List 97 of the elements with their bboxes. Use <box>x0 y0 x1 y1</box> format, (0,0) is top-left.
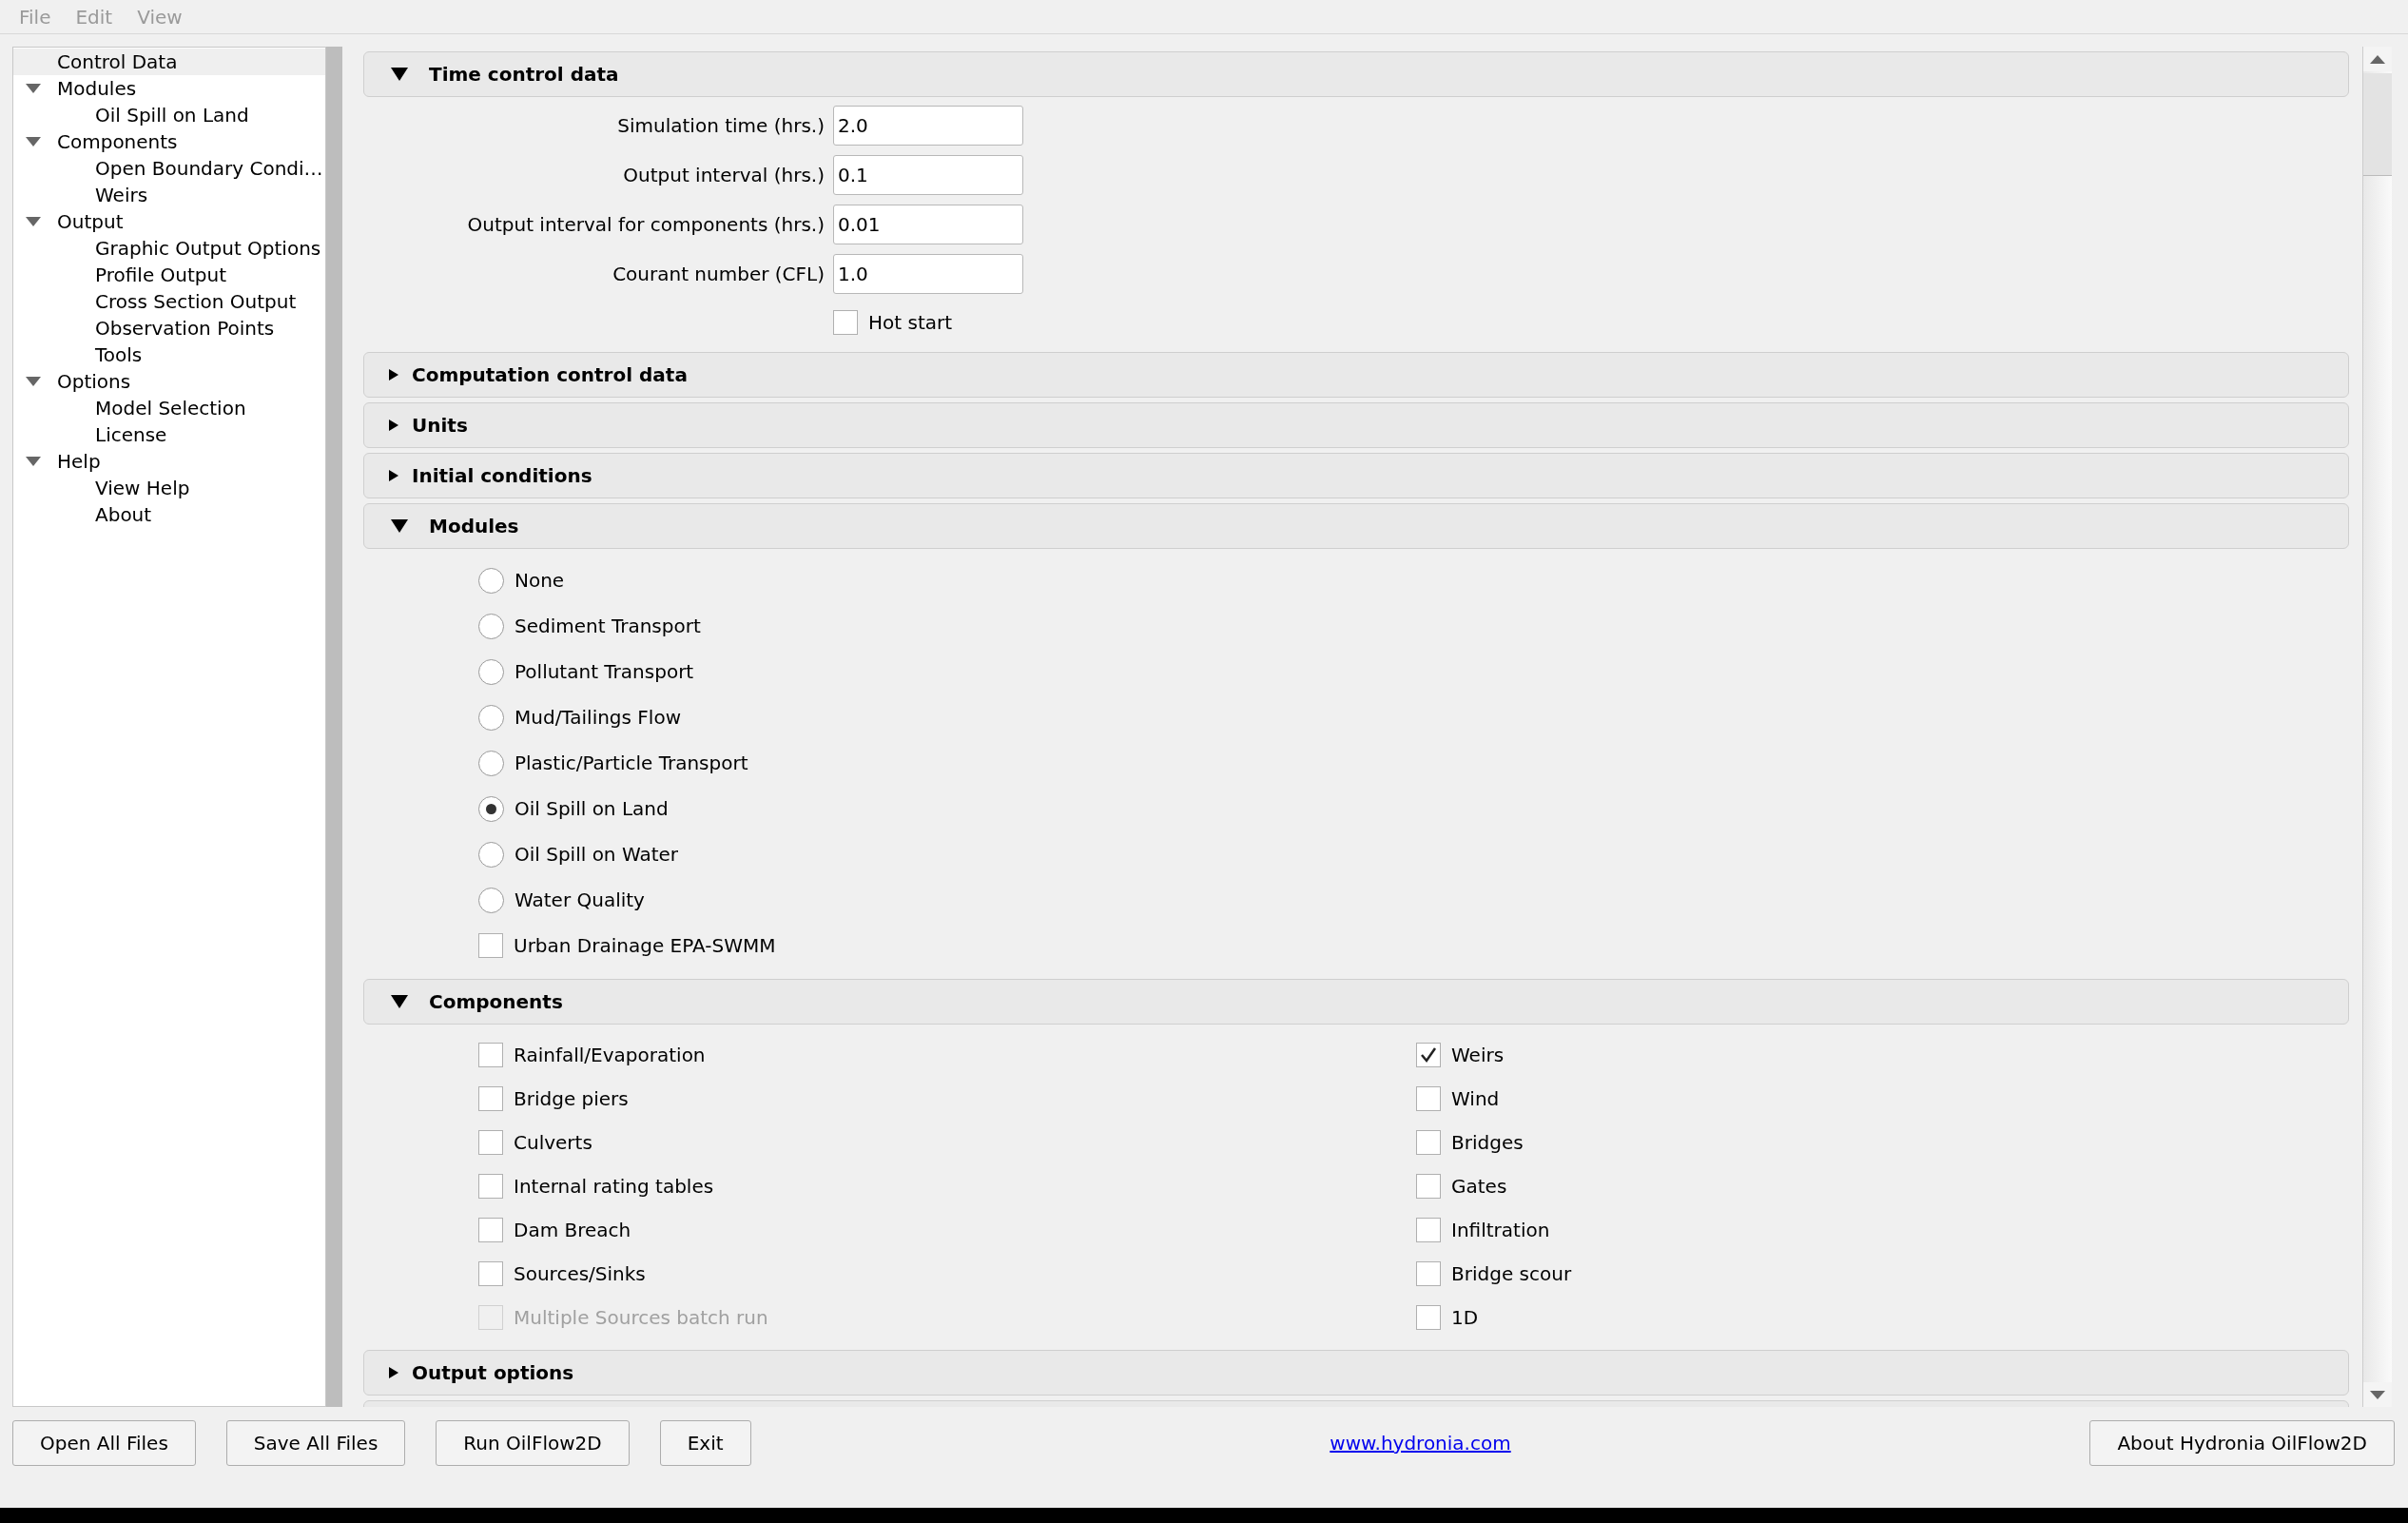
radio-button[interactable] <box>478 841 504 868</box>
radio-button[interactable] <box>478 567 504 594</box>
section-header[interactable]: Output options <box>363 1350 2349 1396</box>
tree-item[interactable]: Model Selection <box>13 395 325 421</box>
text-field[interactable]: 0.01 <box>833 205 1023 244</box>
field-label: Simulation time (hrs.) <box>616 113 825 139</box>
tree-item[interactable]: Help <box>13 448 325 475</box>
section-header[interactable]: Computation control data <box>363 352 2349 398</box>
checkbox-label: Sources/Sinks <box>514 1261 646 1287</box>
expand-arrow-icon[interactable] <box>389 1367 398 1378</box>
radio-label: Oil Spill on Land <box>515 796 669 822</box>
radio-label: Oil Spill on Water <box>515 842 679 868</box>
collapse-arrow-icon[interactable] <box>391 519 408 533</box>
checkbox-label: Internal rating tables <box>514 1174 714 1200</box>
checkbox-label: Hot start <box>868 310 953 336</box>
radio-label: Sediment Transport <box>515 614 701 639</box>
tree-item[interactable]: Control Data <box>13 49 325 75</box>
tree-item[interactable]: Cross Section Output <box>13 288 325 315</box>
tree-item[interactable]: Modules <box>13 75 325 102</box>
checkbox-label: Dam Breach <box>514 1218 631 1243</box>
checkbox[interactable] <box>1416 1043 1441 1067</box>
radio-label: Mud/Tailings Flow <box>515 705 681 731</box>
expand-arrow-icon[interactable] <box>389 470 398 481</box>
checkbox-label: Urban Drainage EPA-SWMM <box>514 933 776 959</box>
checkbox[interactable] <box>833 310 858 335</box>
tree-item[interactable]: Oil Spill on Land <box>13 102 325 128</box>
text-field[interactable]: 0.1 <box>833 155 1023 195</box>
tree-item[interactable]: Profile Output <box>13 262 325 288</box>
section-header[interactable]: Time control data <box>363 51 2349 97</box>
scrollbar[interactable] <box>2362 47 2392 1407</box>
radio-label: Water Quality <box>515 888 645 913</box>
radio-label: Pollutant Transport <box>515 659 694 685</box>
radio-label: None <box>515 568 565 594</box>
checkbox-label: Multiple Sources batch run <box>514 1305 768 1331</box>
checkbox-label: Rainfall/Evaporation <box>514 1043 706 1068</box>
checkbox-label: Bridge piers <box>514 1086 629 1112</box>
checkbox-label: Culverts <box>514 1130 592 1156</box>
about-button[interactable]: About Hydronia OilFlow2D <box>2089 1420 2395 1466</box>
checkbox[interactable] <box>1416 1130 1441 1155</box>
checkbox[interactable] <box>1416 1261 1441 1286</box>
radio-button[interactable] <box>478 704 504 731</box>
footer-button[interactable]: Open All Files <box>12 1420 196 1466</box>
tree-item[interactable]: Observation Points <box>13 315 325 342</box>
tree-item[interactable]: Open Boundary Condi… <box>13 155 325 182</box>
section-header[interactable]: Units <box>363 402 2349 448</box>
collapse-arrow-icon[interactable] <box>391 995 408 1008</box>
checkbox-label: 1D <box>1451 1305 1479 1331</box>
tree-item[interactable]: Weirs <box>13 182 325 208</box>
checkbox[interactable] <box>478 1043 503 1067</box>
tree-item[interactable]: License <box>13 421 325 448</box>
checkbox[interactable] <box>1416 1305 1441 1330</box>
checkbox-label: Weirs <box>1451 1043 1505 1068</box>
tree-item[interactable]: About <box>13 501 325 528</box>
checkbox-label: Wind <box>1451 1086 1500 1112</box>
tree-item[interactable]: View Help <box>13 475 325 501</box>
expand-arrow-icon[interactable] <box>389 420 398 431</box>
radio-button[interactable] <box>478 795 504 822</box>
field-label: Courant number (CFL) <box>612 262 825 287</box>
checkbox[interactable] <box>1416 1086 1441 1111</box>
section-header[interactable]: Modules <box>363 503 2349 549</box>
radio-button[interactable] <box>478 613 504 639</box>
checkbox-label: Bridges <box>1451 1130 1524 1156</box>
checkbox[interactable] <box>478 1218 503 1242</box>
scroll-down-icon[interactable] <box>2370 1390 2385 1399</box>
checkbox[interactable] <box>1416 1218 1441 1242</box>
tree-item[interactable]: Graphic Output Options <box>13 235 325 262</box>
section-header[interactable]: Initial conditions <box>363 453 2349 498</box>
radio-label: Plastic/Particle Transport <box>515 751 748 776</box>
tree-item[interactable]: Options <box>13 368 325 395</box>
field-label: Output interval (hrs.) <box>622 163 825 188</box>
collapse-arrow-icon[interactable] <box>391 68 408 81</box>
scroll-up-icon[interactable] <box>2370 54 2385 64</box>
checkbox[interactable] <box>478 1261 503 1286</box>
checkbox[interactable] <box>478 1174 503 1199</box>
radio-button[interactable] <box>478 658 504 685</box>
website-link[interactable]: www.hydronia.com <box>1330 1429 1511 1457</box>
checkbox-label: Bridge scour <box>1451 1261 1572 1287</box>
expand-arrow-icon[interactable] <box>389 369 398 381</box>
checkbox[interactable] <box>478 933 503 958</box>
checkbox[interactable] <box>478 1086 503 1111</box>
checkbox[interactable] <box>478 1130 503 1155</box>
radio-button[interactable] <box>478 750 504 776</box>
footer-button[interactable]: Exit <box>659 1420 751 1466</box>
footer-button[interactable]: Save All Files <box>225 1420 406 1466</box>
field-label: Output interval for components (hrs.) <box>466 212 825 238</box>
text-field[interactable]: 1.0 <box>833 254 1023 294</box>
checkbox-label: Gates <box>1451 1174 1507 1200</box>
tree-item[interactable]: Tools <box>13 342 325 368</box>
tree-item[interactable]: Components <box>13 128 325 155</box>
checkbox[interactable] <box>1416 1174 1441 1199</box>
checkbox-label: Infiltration <box>1451 1218 1550 1243</box>
radio-button[interactable] <box>478 887 504 913</box>
tree-item[interactable]: Output <box>13 208 325 235</box>
text-field[interactable]: 2.0 <box>833 106 1023 146</box>
section-header[interactable]: Components <box>363 979 2349 1025</box>
scroll-thumb[interactable] <box>2363 73 2392 176</box>
footer-button[interactable]: Run OilFlow2D <box>436 1420 630 1466</box>
